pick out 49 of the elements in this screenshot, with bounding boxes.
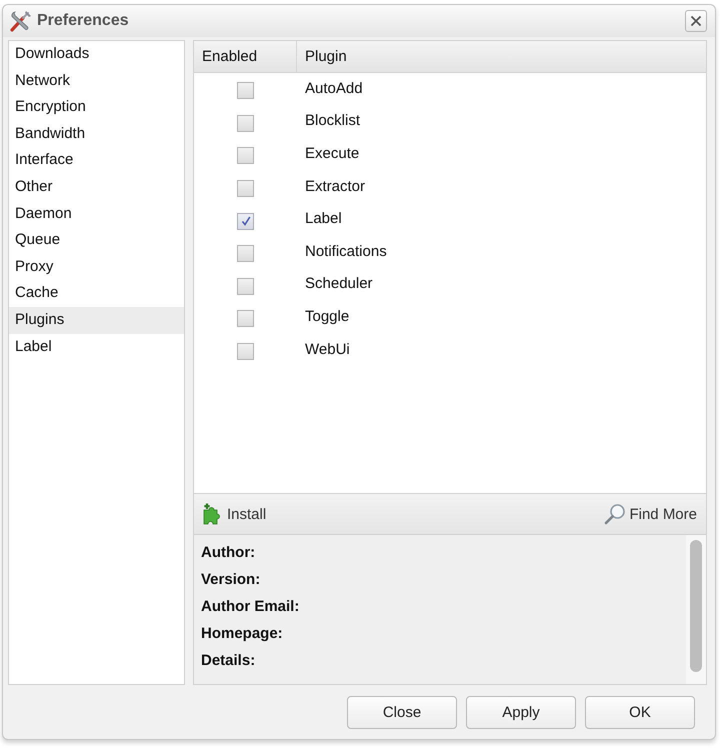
wrench-screwdriver-icon (9, 9, 33, 33)
sidebar-item[interactable]: Downloads (9, 41, 184, 68)
plugin-name: Blocklist (304, 112, 360, 130)
sidebar-item[interactable]: Bandwidth (9, 120, 184, 148)
dialog-button[interactable]: OK (585, 696, 695, 729)
sidebar-item[interactable]: Encryption (9, 94, 184, 121)
sidebar-item[interactable]: Cache (9, 280, 184, 307)
scrollbar[interactable] (690, 540, 702, 672)
detail-label: Version: (201, 570, 262, 590)
install-button[interactable]: Install (202, 503, 266, 525)
column-header[interactable]: Plugin (297, 41, 706, 72)
sidebar-item[interactable]: Network (9, 68, 184, 94)
sidebar-item[interactable]: Interface (9, 147, 184, 174)
sidebar-item[interactable]: Queue (9, 227, 184, 254)
checkbox[interactable] (237, 278, 254, 295)
column-header[interactable]: Enabled (194, 41, 297, 72)
detail-label: Author: (201, 543, 256, 563)
plugin-name: Extractor (304, 178, 366, 195)
plugin-name: WebUi (304, 340, 350, 358)
checkbox[interactable] (237, 245, 254, 262)
magnifier-icon (604, 503, 626, 525)
plugin-name: Scheduler (304, 275, 373, 292)
sidebar-item[interactable]: Proxy (9, 254, 184, 280)
detail-label: Homepage: (201, 624, 284, 644)
dialog-button[interactable]: Close (347, 696, 457, 729)
checkbox[interactable] (237, 180, 254, 198)
plugin-name: Label (304, 210, 342, 228)
sidebar-item[interactable]: Label (9, 334, 184, 360)
sidebar-item[interactable]: Plugins (9, 306, 184, 334)
checkbox[interactable] (237, 310, 254, 328)
plugin-name: Notifications (304, 242, 387, 260)
plugin-name: AutoAdd (304, 80, 363, 97)
checkbox[interactable] (237, 212, 254, 230)
checkbox[interactable] (237, 147, 254, 164)
close-icon (690, 15, 702, 27)
window-title: Preferences (37, 12, 130, 30)
detail-label: Details: (201, 651, 256, 671)
sidebar-item[interactable]: Daemon (9, 200, 184, 228)
close-button[interactable] (685, 10, 707, 32)
find-more-button[interactable]: Find More (604, 503, 697, 525)
detail-label: Author Email: (201, 597, 300, 617)
checkbox[interactable] (237, 82, 254, 100)
plugin-name: Execute (304, 144, 360, 162)
checkmark-icon (240, 216, 250, 226)
checkbox[interactable] (237, 114, 254, 132)
dialog-button[interactable]: Apply (466, 696, 576, 729)
checkbox[interactable] (237, 343, 254, 360)
plugin-name: Toggle (304, 308, 350, 325)
sidebar-item[interactable]: Other (9, 174, 184, 201)
